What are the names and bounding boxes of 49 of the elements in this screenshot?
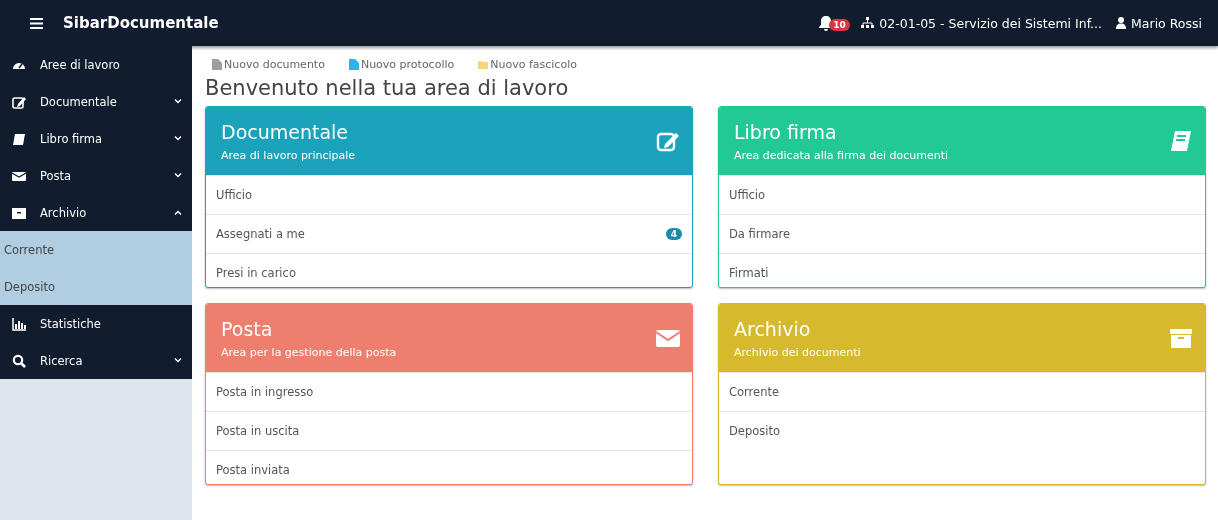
- card-link[interactable]: Presi in carico: [206, 253, 692, 287]
- sidebar-item[interactable]: Aree di lavoro: [0, 46, 192, 83]
- user-name[interactable]: Mario Rossi: [1131, 15, 1202, 31]
- office-selector[interactable]: 02-01-05 - Servizio dei Sistemi Inf...: [879, 15, 1103, 31]
- card-link[interactable]: Da firmare: [719, 214, 1205, 253]
- card-link[interactable]: Deposito: [719, 411, 1205, 450]
- card-subtitle: Area per la gestione della posta: [221, 345, 398, 359]
- sidebar-item[interactable]: Ricerca: [0, 342, 192, 379]
- search-icon: [12, 353, 26, 368]
- sitemap-icon: [861, 17, 875, 29]
- card-link[interactable]: Ufficio: [719, 175, 1205, 214]
- quick-action-link[interactable]: Nuovo protocollo: [360, 58, 455, 71]
- app-title[interactable]: SibarDocumentale: [63, 14, 219, 32]
- sidebar-item[interactable]: Statistiche: [0, 305, 192, 342]
- card-link[interactable]: Firmati: [719, 253, 1205, 287]
- card-link[interactable]: Posta in ingresso: [206, 372, 692, 411]
- card-title: Libro firma: [734, 120, 838, 143]
- card-subtitle: Archivio dei documenti: [734, 345, 862, 359]
- chart-icon: [12, 316, 26, 331]
- chevron-down-icon: [174, 358, 182, 363]
- card-link[interactable]: Corrente: [719, 372, 1205, 411]
- user-icon: [1116, 17, 1127, 29]
- archive-icon: [1169, 326, 1193, 350]
- sidebar-item[interactable]: Documentale: [0, 83, 192, 120]
- chevron-down-icon: [174, 173, 182, 178]
- card-title: Documentale: [221, 120, 350, 143]
- card-link[interactable]: Posta inviata: [206, 450, 692, 484]
- chevron-down-icon: [174, 136, 182, 141]
- sidebar-item[interactable]: Posta: [0, 157, 192, 194]
- card-subtitle: Area di lavoro principale: [221, 148, 357, 162]
- archive-icon: [12, 205, 26, 220]
- quick-action-link[interactable]: Nuovo fascicolo: [490, 58, 577, 71]
- card-link[interactable]: Posta in uscita: [206, 411, 692, 450]
- sidebar-item[interactable]: Libro firma: [0, 120, 192, 157]
- notification-count: 10: [829, 19, 850, 31]
- card-link[interactable]: Assegnati a me 4: [206, 214, 692, 253]
- card-subtitle: Area dedicata alla firma dei documenti: [734, 148, 950, 162]
- chevron-down-icon: [174, 99, 182, 104]
- card-link[interactable]: Ufficio: [206, 175, 692, 214]
- submenu-item[interactable]: Corrente: [4, 242, 54, 257]
- card-title: Posta: [221, 317, 274, 340]
- submenu-item[interactable]: Deposito: [4, 279, 55, 294]
- card-title: Archivio: [734, 317, 812, 340]
- menu-icon[interactable]: [30, 17, 43, 29]
- quick-action-link[interactable]: Nuovo documento: [224, 58, 325, 71]
- sidebar-item[interactable]: Archivio: [0, 194, 192, 231]
- edit-icon: [12, 94, 26, 109]
- page-heading: Benvenuto nella tua area di lavoro: [205, 76, 570, 100]
- chevron-up-icon: [174, 210, 182, 215]
